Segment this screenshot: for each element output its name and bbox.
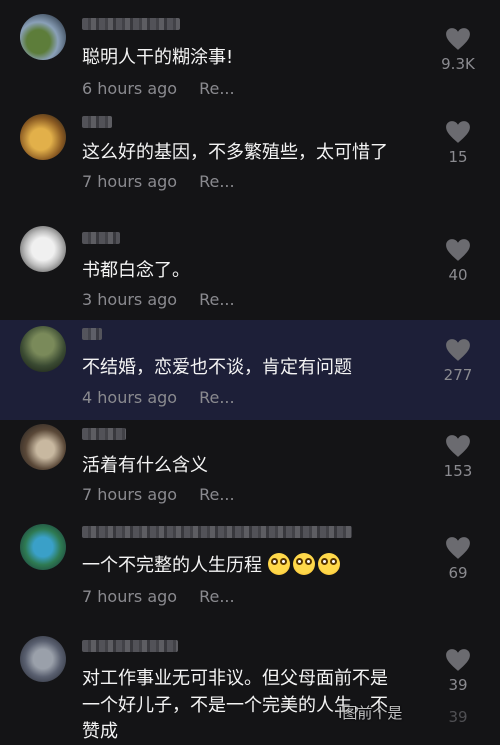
- comment-time: 7 hours ago: [82, 485, 178, 504]
- comment-meta: 6 hours ago Re...: [82, 79, 235, 98]
- heart-icon: [446, 339, 470, 361]
- comment-item: 对工作事业无可非议。但父母面前不是 一个好儿子，不是一个完美的人生，不 赞成 3…: [0, 630, 500, 742]
- like-button[interactable]: 39 39: [430, 648, 486, 726]
- comment-item: 不结婚，恋爱也不谈，肯定有问题 4 hours ago Re... 277: [0, 320, 500, 420]
- heart-icon: [446, 537, 470, 559]
- comment-text-content: 一个不完整的人生历程: [82, 555, 262, 576]
- username[interactable]: [82, 232, 120, 244]
- username[interactable]: [82, 328, 102, 340]
- avatar[interactable]: [20, 114, 66, 160]
- comment-time: 7 hours ago: [82, 172, 178, 191]
- like-button[interactable]: 15: [430, 120, 486, 166]
- comment-item: 书都白念了。 3 hours ago Re... 40: [0, 220, 500, 320]
- username[interactable]: [82, 116, 112, 128]
- comment-text: 这么好的基因，不多繁殖些，太可惜了: [82, 142, 388, 163]
- heart-icon: [446, 121, 470, 143]
- avatar[interactable]: [20, 14, 66, 60]
- heart-icon: [446, 649, 470, 671]
- reply-button[interactable]: Re...: [199, 79, 235, 98]
- dizzy-face-emoji-icon: [317, 553, 340, 575]
- comment-item: 一个不完整的人生历程 7 hours ago Re... 69: [0, 518, 500, 630]
- comment-meta: 7 hours ago Re...: [82, 587, 235, 606]
- like-count: 39: [448, 676, 468, 694]
- reply-button[interactable]: Re...: [199, 388, 235, 407]
- heart-icon: [446, 239, 470, 261]
- comment-time: 7 hours ago: [82, 587, 178, 606]
- comment-item: 活着有什么含义 7 hours ago Re... 153: [0, 420, 500, 518]
- comment-item: 聪明人干的糊涂事! 6 hours ago Re... 9.3K: [0, 0, 500, 108]
- like-button[interactable]: 69: [430, 536, 486, 582]
- comment-time: 6 hours ago: [82, 79, 178, 98]
- comment-time: 4 hours ago: [82, 388, 178, 407]
- like-button[interactable]: 153: [430, 434, 486, 480]
- reply-button[interactable]: Re...: [199, 172, 235, 191]
- comment-meta: 4 hours ago Re...: [82, 388, 235, 407]
- comment-text: 活着有什么含义: [82, 455, 208, 476]
- comment-text: 不结婚，恋爱也不谈，肯定有问题: [82, 357, 352, 378]
- watermark: I图前个是: [338, 704, 403, 722]
- reply-button[interactable]: Re...: [199, 485, 235, 504]
- comment-text: 聪明人干的糊涂事!: [82, 47, 234, 68]
- like-count: 40: [448, 266, 468, 284]
- comment-text: 书都白念了。: [82, 260, 190, 281]
- comment-meta: 7 hours ago Re...: [82, 485, 235, 504]
- username[interactable]: [82, 428, 126, 440]
- like-count-faded: 39: [448, 708, 468, 726]
- like-count: 277: [443, 366, 473, 384]
- reply-button[interactable]: Re...: [199, 290, 235, 309]
- like-button[interactable]: 277: [430, 338, 486, 384]
- like-button[interactable]: 40: [430, 238, 486, 284]
- heart-icon: [446, 435, 470, 457]
- avatar[interactable]: [20, 636, 66, 682]
- avatar[interactable]: [20, 424, 66, 470]
- avatar[interactable]: [20, 226, 66, 272]
- username[interactable]: [82, 18, 180, 30]
- like-count: 9.3K: [441, 55, 475, 73]
- comment-meta: 7 hours ago Re...: [82, 172, 235, 191]
- heart-icon: [446, 28, 470, 50]
- username[interactable]: [82, 640, 178, 652]
- comment-text: 一个不完整的人生历程: [82, 552, 343, 579]
- comment-item: 这么好的基因，不多繁殖些，太可惜了 7 hours ago Re... 15: [0, 108, 500, 220]
- avatar[interactable]: [20, 524, 66, 570]
- dizzy-face-emoji-icon: [292, 553, 315, 575]
- like-count: 15: [448, 148, 468, 166]
- avatar[interactable]: [20, 326, 66, 372]
- like-count: 69: [448, 564, 468, 582]
- reply-button[interactable]: Re...: [199, 587, 235, 606]
- comment-meta: 3 hours ago Re...: [82, 290, 235, 309]
- dizzy-face-emoji-icon: [267, 553, 290, 575]
- like-button[interactable]: 9.3K: [430, 27, 486, 73]
- comment-text: 对工作事业无可非议。但父母面前不是: [82, 668, 388, 689]
- username[interactable]: [82, 526, 352, 538]
- comment-time: 3 hours ago: [82, 290, 178, 309]
- like-count: 153: [443, 462, 473, 480]
